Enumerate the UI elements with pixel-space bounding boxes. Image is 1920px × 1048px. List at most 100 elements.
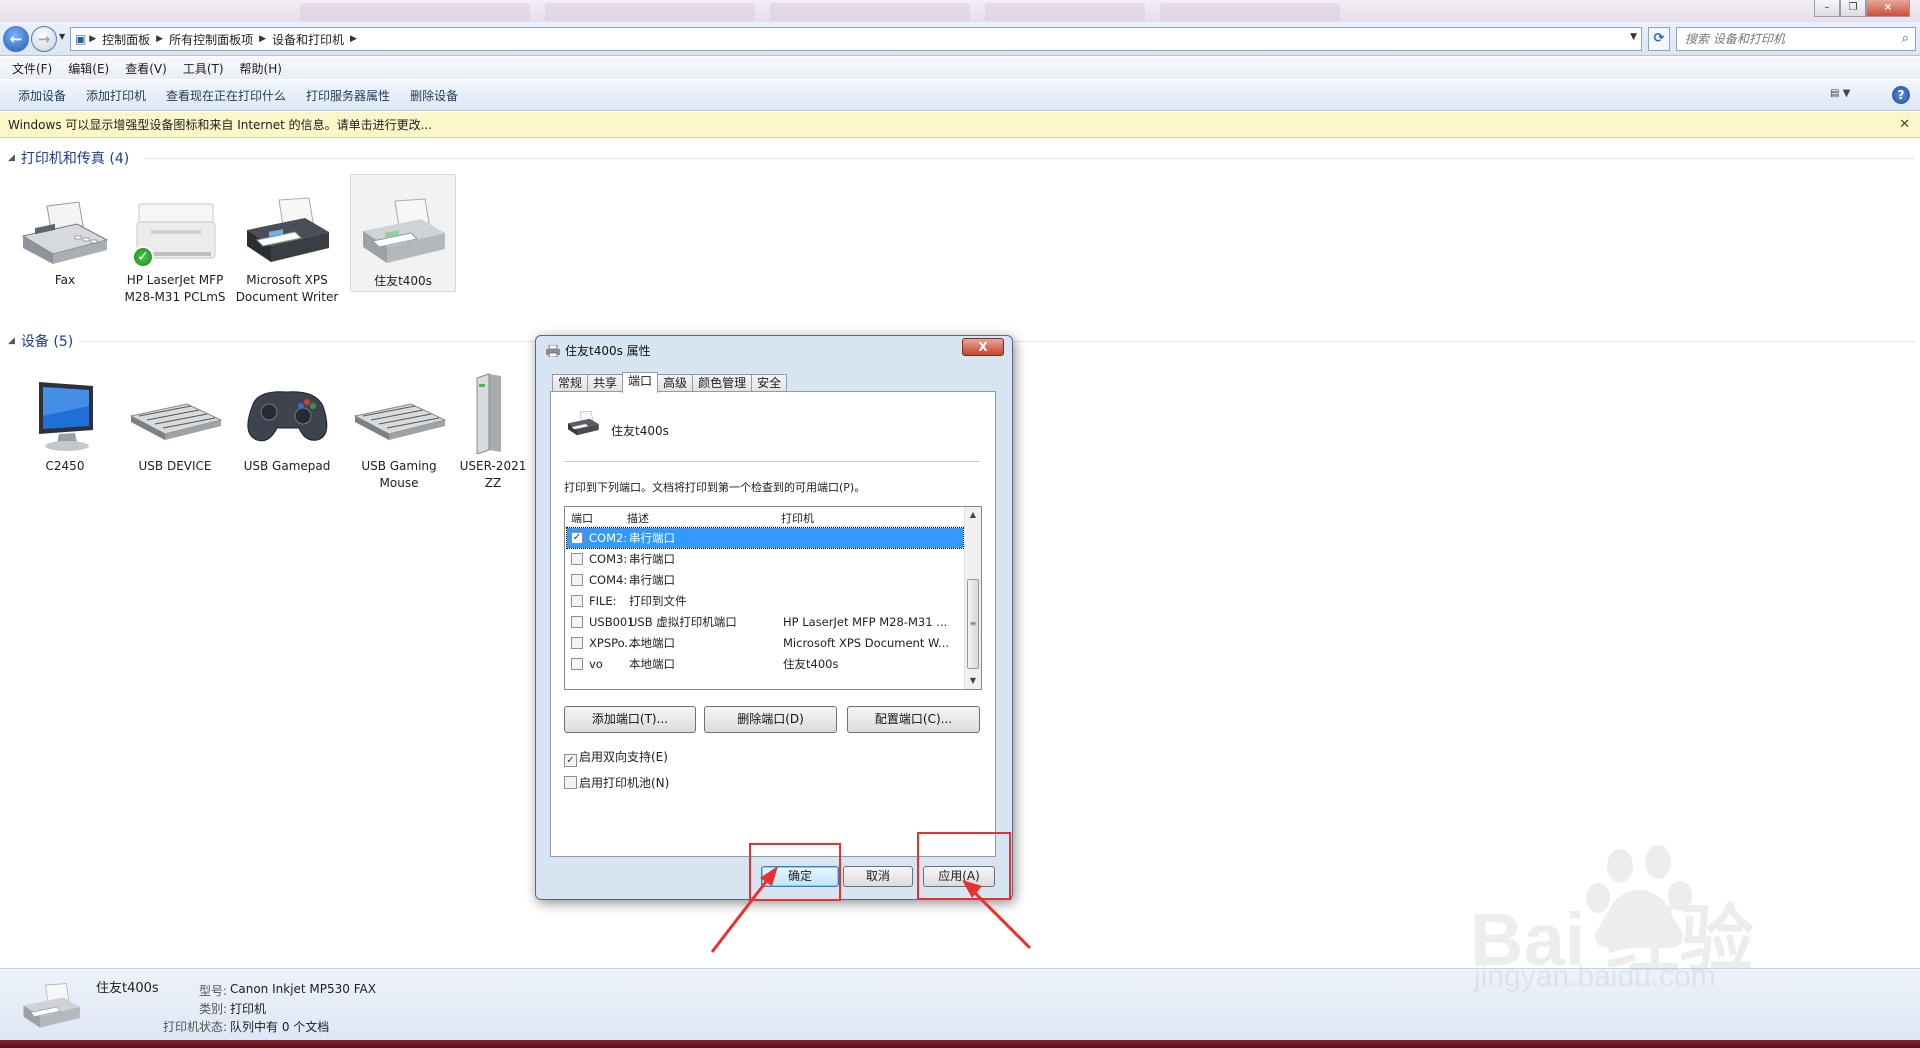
address-dropdown-icon[interactable]: ▼ (1630, 32, 1637, 42)
port-row[interactable]: FILE: 打印到文件 (567, 591, 963, 611)
computer-tower-icon (476, 373, 501, 454)
menu-edit[interactable]: 编辑(E) (60, 60, 117, 77)
background-tab[interactable] (985, 3, 1145, 21)
device-c2450[interactable]: C2450 (10, 378, 120, 475)
background-tab[interactable] (1160, 3, 1340, 21)
port-row[interactable]: USB001 USB 虚拟打印机端口 HP LaserJet MFP M28-M… (567, 612, 963, 632)
port-checkbox[interactable] (571, 574, 583, 586)
help-icon[interactable]: ? (1892, 86, 1910, 104)
checkbox-checked-icon[interactable]: ✓ (564, 754, 577, 767)
breadcrumb-devices-printers[interactable]: 设备和打印机 (266, 31, 350, 48)
add-port-button[interactable]: 添加端口(T)... (564, 706, 696, 733)
group-header-printers[interactable]: ◢ 打印机和传真 (4) (8, 148, 129, 168)
group-header-devices[interactable]: ◢ 设备 (5) (8, 331, 73, 351)
port-checkbox[interactable] (571, 637, 583, 649)
forward-button[interactable]: → (31, 26, 57, 52)
port-row[interactable]: XPSPo... 本地端口 Microsoft XPS Document W..… (567, 633, 963, 653)
search-input[interactable] (1685, 32, 1885, 46)
collapse-triangle-icon[interactable]: ◢ (8, 336, 15, 346)
tab-ports[interactable]: 端口 (622, 372, 659, 393)
delete-port-button[interactable]: 删除端口(D) (704, 706, 837, 733)
tab-advanced[interactable]: 高级 (657, 374, 694, 392)
port-row[interactable]: COM4: 串行端口 (567, 570, 963, 590)
checkbox-unchecked-icon[interactable] (564, 776, 577, 789)
port-checkbox[interactable] (571, 595, 583, 607)
recent-pages-dropdown-icon[interactable]: ▼ (59, 32, 65, 41)
breadcrumb-control-panel[interactable]: 控制面板 (96, 31, 156, 48)
printer-name: 住友t400s (611, 424, 669, 438)
scrollbar-thumb[interactable]: ≡ (967, 579, 979, 669)
breadcrumb-all-items[interactable]: 所有控制面板项 (163, 31, 259, 48)
back-button[interactable]: ← (3, 26, 29, 52)
chevron-right-icon[interactable]: ▶ (259, 34, 266, 44)
dialog-close-button[interactable]: X (962, 338, 1004, 356)
close-window-button[interactable]: × (1866, 0, 1910, 17)
port-checkbox[interactable] (571, 658, 583, 670)
background-tab[interactable] (545, 3, 755, 21)
device-fax[interactable]: Fax (10, 196, 120, 289)
printer-pooling-checkbox[interactable]: 启用打印机池(N) (564, 774, 669, 791)
port-printer: Microsoft XPS Document W... (783, 636, 950, 650)
bidirectional-support-checkbox[interactable]: ✓ 启用双向支持(E) (564, 748, 668, 767)
minimize-button[interactable]: – (1814, 0, 1840, 17)
port-checkbox[interactable]: ✓ (571, 532, 583, 544)
port-name: COM2: (589, 531, 628, 545)
device-zhuyou-t400s[interactable]: 住友t400s (350, 174, 456, 292)
menu-view[interactable]: 查看(V) (117, 60, 175, 77)
device-label: Fax (54, 273, 76, 287)
collapse-triangle-icon[interactable]: ◢ (8, 153, 15, 163)
info-bar-text[interactable]: Windows 可以显示增强型设备图标和来自 Internet 的信息。请单击进… (8, 118, 432, 132)
chevron-right-icon[interactable]: ▶ (350, 34, 357, 44)
device-hp-laserjet[interactable]: ✓ HP LaserJet MFP M28-M31 PCLmS (120, 196, 230, 306)
print-server-properties-button[interactable]: 打印服务器属性 (296, 87, 400, 104)
port-checkbox[interactable] (571, 616, 583, 628)
tab-security[interactable]: 安全 (751, 374, 788, 392)
port-list-scrollbar[interactable]: ▲ ≡ ▼ (964, 507, 981, 689)
menu-help[interactable]: 帮助(H) (232, 60, 290, 77)
add-printer-button[interactable]: 添加打印机 (76, 87, 156, 104)
port-checkbox[interactable] (571, 553, 583, 565)
device-xps-writer[interactable]: Microsoft XPS Document Writer (232, 196, 342, 306)
device-user-computer[interactable]: USER-2021 ZZ (458, 372, 528, 492)
column-header-description[interactable]: 描述 (627, 510, 649, 526)
port-row[interactable]: vo 本地端口 住友t400s (567, 654, 963, 674)
device-usb-gamepad[interactable]: USB Gamepad (232, 378, 342, 475)
see-whats-printing-button[interactable]: 查看现在正在打印什么 (156, 87, 296, 104)
scroll-up-icon[interactable]: ▲ (965, 507, 981, 523)
tab-general[interactable]: 常规 (552, 374, 589, 392)
info-bar[interactable]: Windows 可以显示增强型设备图标和来自 Internet 的信息。请单击进… (0, 112, 1920, 138)
search-icon[interactable]: ⌕ (1902, 31, 1909, 46)
close-icon[interactable]: ✕ (1899, 112, 1910, 138)
details-category-value: 打印机 (230, 1002, 267, 1016)
column-header-printer[interactable]: 打印机 (781, 510, 814, 526)
menu-file[interactable]: 文件(F) (4, 60, 60, 77)
tab-sharing[interactable]: 共享 (587, 374, 624, 392)
port-row[interactable]: COM3: 串行端口 (567, 549, 963, 569)
column-header-port[interactable]: 端口 (571, 510, 593, 526)
configure-port-button[interactable]: 配置端口(C)... (847, 706, 980, 733)
device-usb-gaming-mouse[interactable]: USB Gaming Mouse (344, 378, 454, 492)
background-tab[interactable] (300, 3, 530, 21)
port-row[interactable]: ✓ COM2: 串行端口 (566, 527, 964, 549)
port-name: USB001 (589, 615, 635, 629)
device-label: HP LaserJet MFP M28-M31 PCLmS (124, 273, 226, 304)
add-device-button[interactable]: 添加设备 (8, 87, 76, 104)
address-bar[interactable]: ▣ ▶ 控制面板 ▶ 所有控制面板项 ▶ 设备和打印机 ▶ ▼ (70, 27, 1642, 51)
port-description: 本地端口 (629, 636, 675, 650)
details-category-label: 类别: (199, 1002, 228, 1016)
scroll-down-icon[interactable]: ▼ (965, 673, 981, 689)
chevron-right-icon[interactable]: ▶ (156, 34, 163, 44)
remove-device-button[interactable]: 删除设备 (400, 87, 468, 104)
menu-tools[interactable]: 工具(T) (175, 60, 232, 77)
checkbox-label[interactable]: 启用双向支持(E) (579, 750, 668, 764)
device-usb-device[interactable]: USB DEVICE (120, 378, 230, 475)
chevron-right-icon[interactable]: ▶ (86, 34, 96, 44)
port-list[interactable]: 端口 描述 打印机 ✓ COM2: 串行端口 COM3: 串行端口 COM4: … (564, 506, 982, 690)
background-tab[interactable] (770, 3, 970, 21)
restore-button[interactable]: ❐ (1840, 0, 1866, 17)
checkbox-label[interactable]: 启用打印机池(N) (579, 776, 669, 790)
refresh-button[interactable]: ⟳ (1648, 27, 1670, 51)
tab-color-management[interactable]: 颜色管理 (692, 374, 753, 392)
view-options-icon[interactable]: ▤ ▼ (1830, 88, 1860, 102)
search-box[interactable]: ⌕ (1676, 27, 1916, 51)
